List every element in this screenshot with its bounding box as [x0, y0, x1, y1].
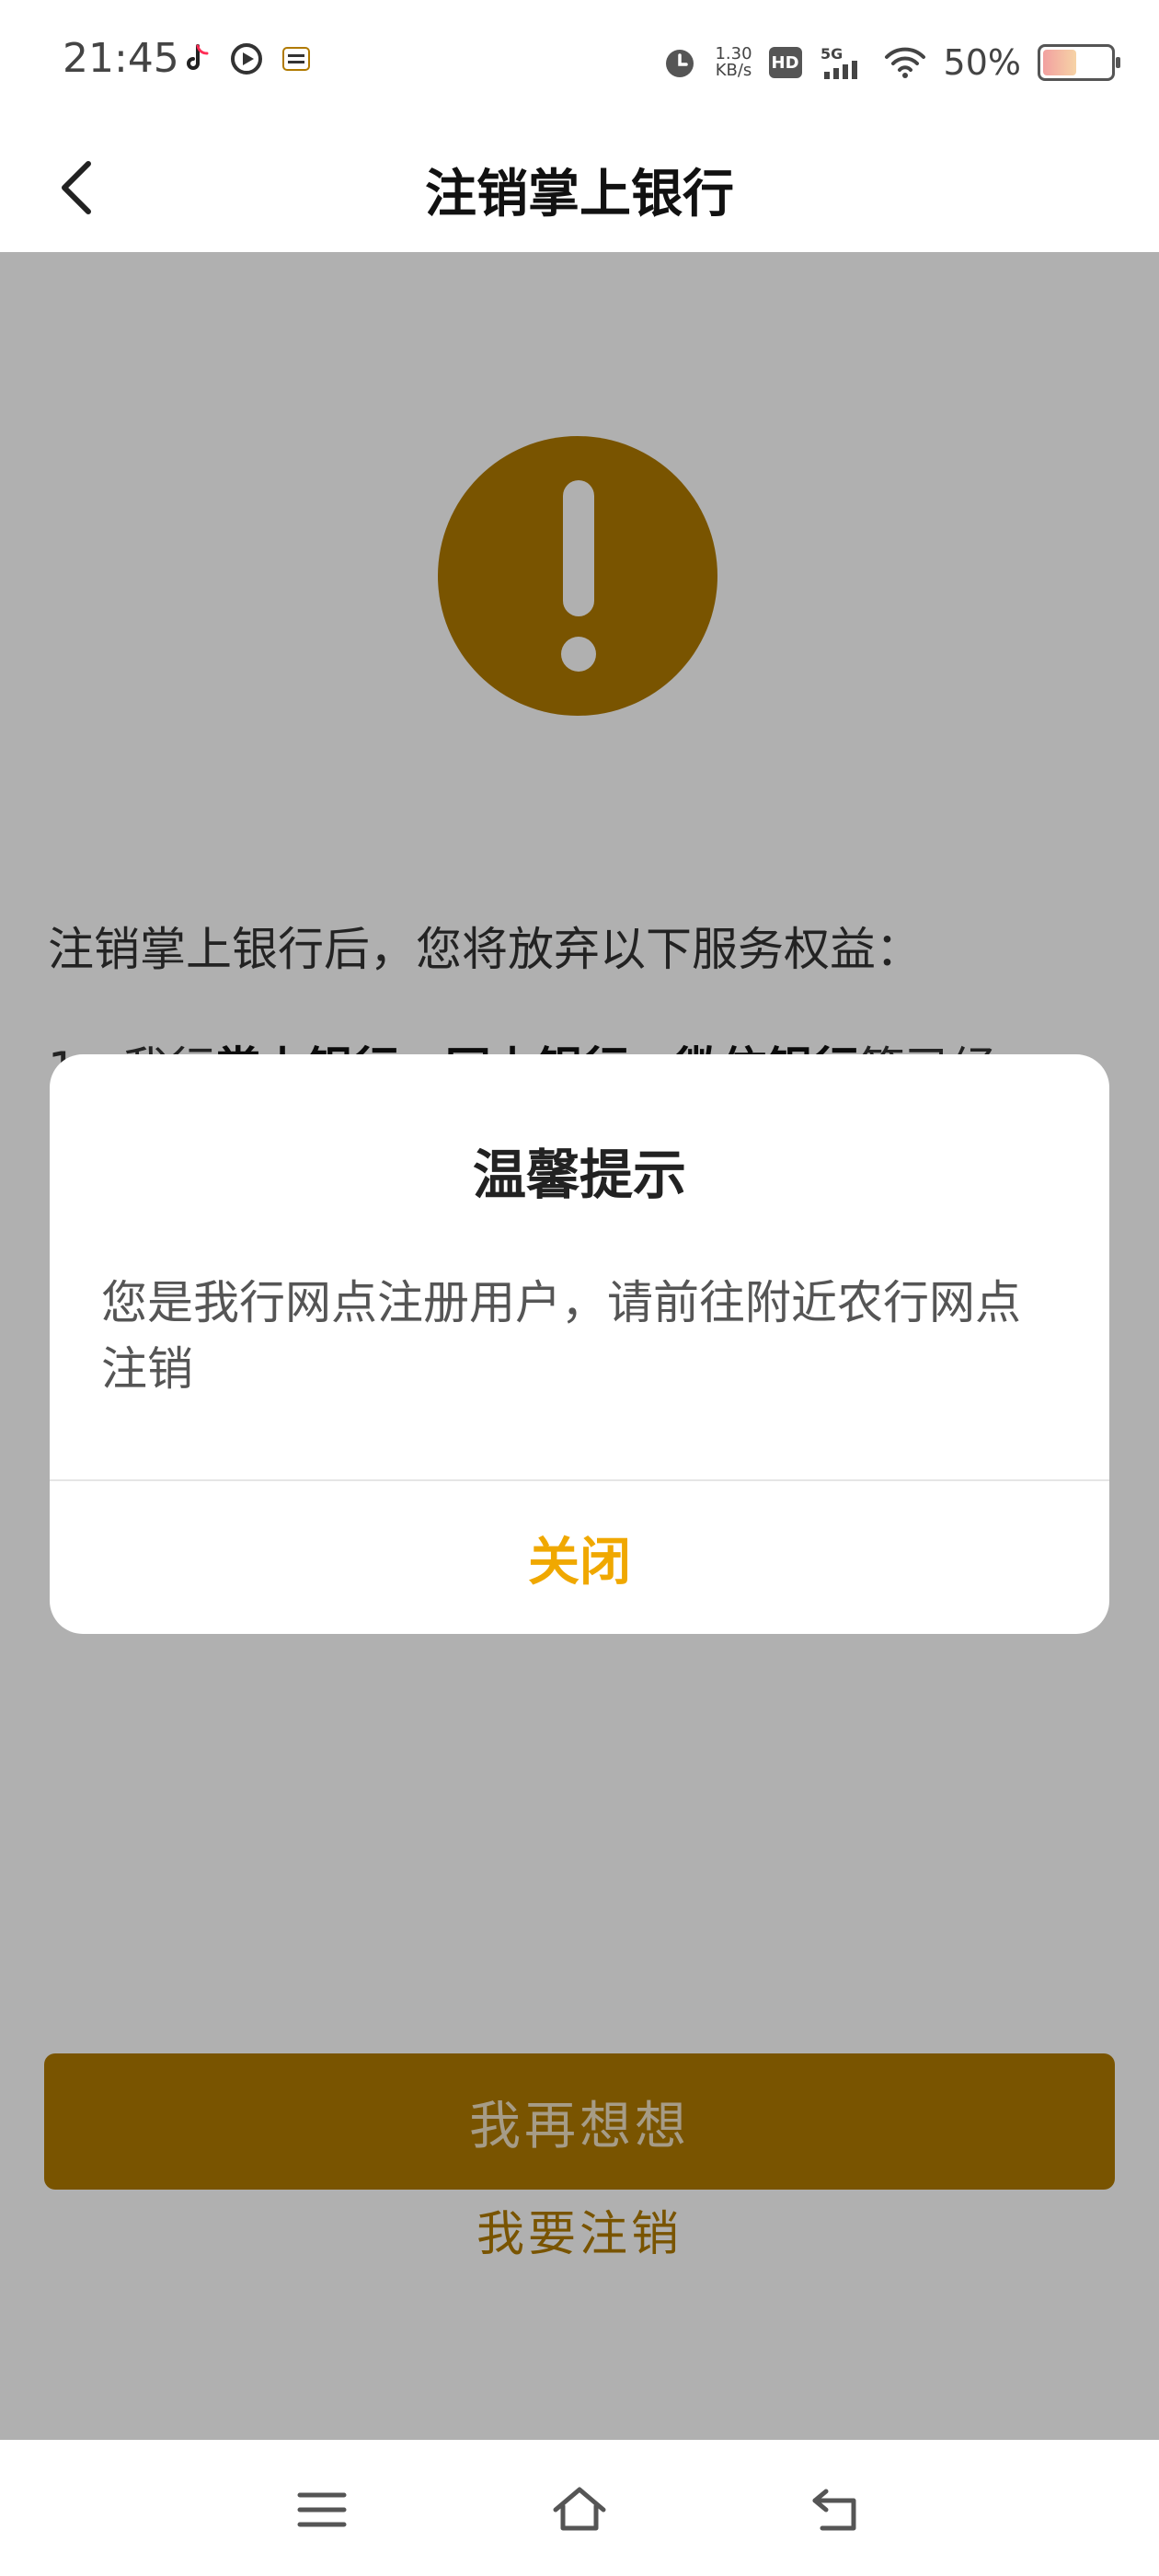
- home-icon[interactable]: [550, 2480, 609, 2539]
- status-bar: 21:45 1.30 KB/s HD 5G 50%: [0, 0, 1159, 125]
- page: 21:45 1.30 KB/s HD 5G 50% 注销掌上银行 注销掌上银行后…: [0, 0, 1159, 2576]
- news-app-icon: [282, 47, 310, 71]
- tiktok-icon: [187, 44, 209, 70]
- alarm-icon: [666, 50, 694, 77]
- play-icon: [231, 43, 262, 75]
- battery-icon: [1038, 44, 1120, 81]
- dialog-close-button[interactable]: 关闭: [50, 1481, 1109, 1634]
- status-icons: 1.30 KB/s HD 5G 50%: [661, 37, 1120, 88]
- nav-bar: 注销掌上银行: [0, 125, 1159, 252]
- dialog-message: 您是我行网点注册用户，请前往附近农行网点注销: [101, 1276, 1021, 1396]
- back-icon[interactable]: [808, 2480, 866, 2539]
- hd-badge: HD: [768, 47, 802, 78]
- net-speed: 1.30 KB/s: [715, 46, 752, 79]
- wifi-icon: [884, 47, 925, 78]
- status-time: 21:45: [63, 35, 179, 82]
- dialog-title: 温馨提示: [472, 1144, 686, 1206]
- menu-icon[interactable]: [293, 2480, 351, 2539]
- battery-percent: 50%: [943, 42, 1021, 83]
- page-title: 注销掌上银行: [425, 165, 734, 224]
- net-speed-unit: KB/s: [715, 61, 752, 80]
- signal-5g-icon: 5G: [820, 45, 857, 79]
- notice-dialog: 温馨提示 您是我行网点注册用户，请前往附近农行网点注销 关闭: [50, 1054, 1109, 1634]
- system-nav-bar: [0, 2440, 1159, 2576]
- signal-label: 5G: [820, 45, 843, 63]
- battery-fill: [1043, 50, 1076, 75]
